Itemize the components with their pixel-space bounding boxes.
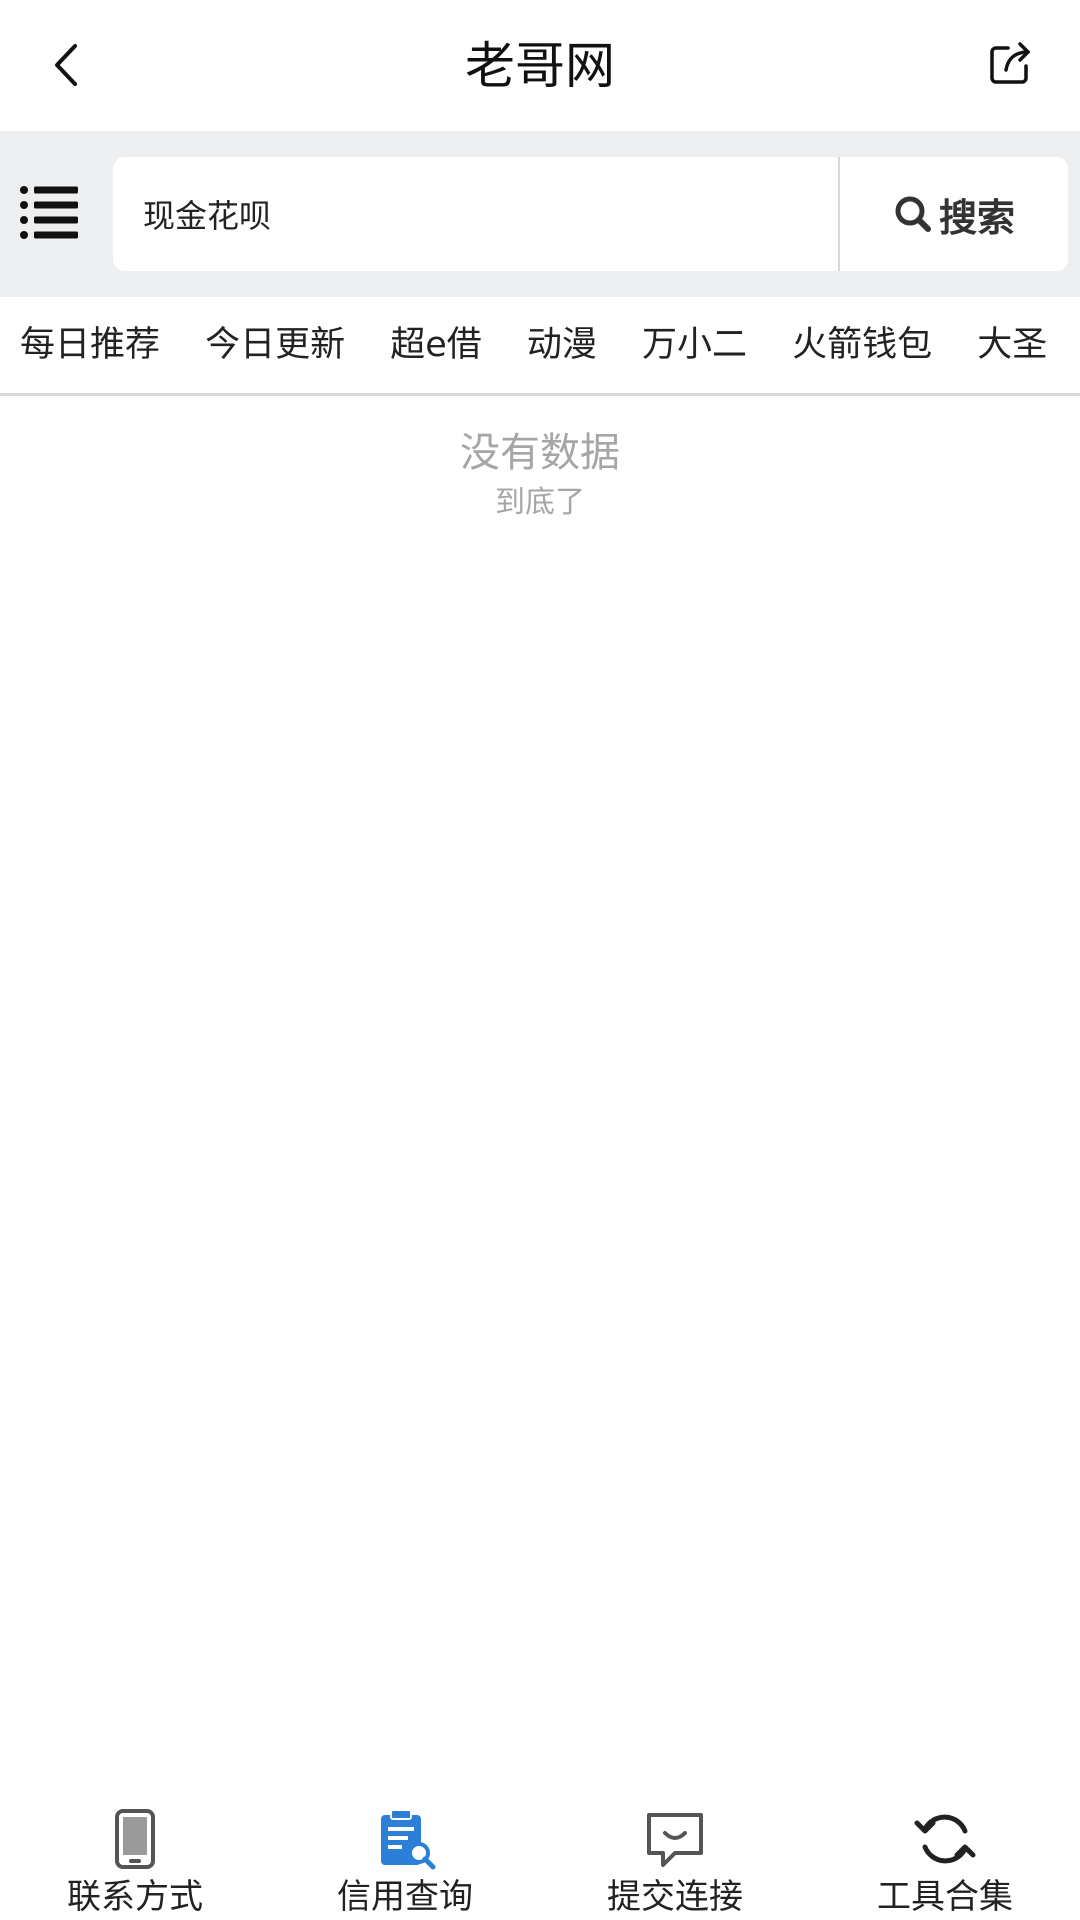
search-box: 搜索	[113, 157, 1068, 271]
app-header: 老哥网	[0, 0, 1080, 131]
nav-label-tools: 工具合集	[877, 1877, 1013, 1917]
category-tabs: 每日推荐 今日更新 超e借 动漫 万小二 火箭钱包 大圣	[0, 297, 1080, 396]
list-menu-icon	[20, 186, 78, 239]
nav-item-tools[interactable]: 工具合集	[810, 1795, 1080, 1920]
refresh-icon	[914, 1814, 976, 1864]
nav-item-credit-query[interactable]: 信用查询	[270, 1795, 540, 1920]
page-title: 老哥网	[465, 37, 615, 95]
menu-button[interactable]	[18, 181, 82, 245]
search-input[interactable]	[113, 157, 838, 271]
phone-icon	[115, 1809, 155, 1869]
bottom-nav: 联系方式 信用查询 提交连接 工具合集	[0, 1795, 1080, 1920]
empty-state: 没有数据 到底了	[0, 425, 1080, 525]
tab-anime[interactable]: 动漫	[527, 297, 597, 393]
tab-daily-recommend[interactable]: 每日推荐	[20, 297, 160, 393]
search-bar: 搜索	[0, 131, 1080, 297]
clipboard-search-icon	[381, 1809, 436, 1870]
empty-message: 没有数据	[460, 430, 620, 476]
tab-wan-xiao-er[interactable]: 万小二	[642, 297, 747, 393]
nav-label-credit-query: 信用查询	[337, 1877, 473, 1917]
tab-today-update[interactable]: 今日更新	[205, 297, 345, 393]
nav-label-contact: 联系方式	[67, 1877, 203, 1917]
tab-da-sheng[interactable]: 大圣	[977, 297, 1047, 393]
nav-item-contact[interactable]: 联系方式	[0, 1795, 270, 1920]
nav-label-submit-link: 提交连接	[607, 1877, 743, 1917]
search-button-label: 搜索	[938, 195, 1015, 240]
back-button[interactable]	[36, 30, 96, 100]
end-of-list-message: 到底了	[495, 485, 585, 520]
share-button[interactable]	[980, 34, 1040, 94]
search-icon	[895, 196, 931, 232]
chat-icon	[647, 1813, 703, 1867]
search-button[interactable]: 搜索	[840, 157, 1068, 271]
nav-item-submit-link[interactable]: 提交连接	[540, 1795, 810, 1920]
share-icon	[990, 42, 1030, 84]
chevron-left-icon	[55, 44, 77, 86]
tab-chao-e-jie[interactable]: 超e借	[390, 297, 482, 393]
tab-rocket-wallet[interactable]: 火箭钱包	[792, 297, 932, 393]
